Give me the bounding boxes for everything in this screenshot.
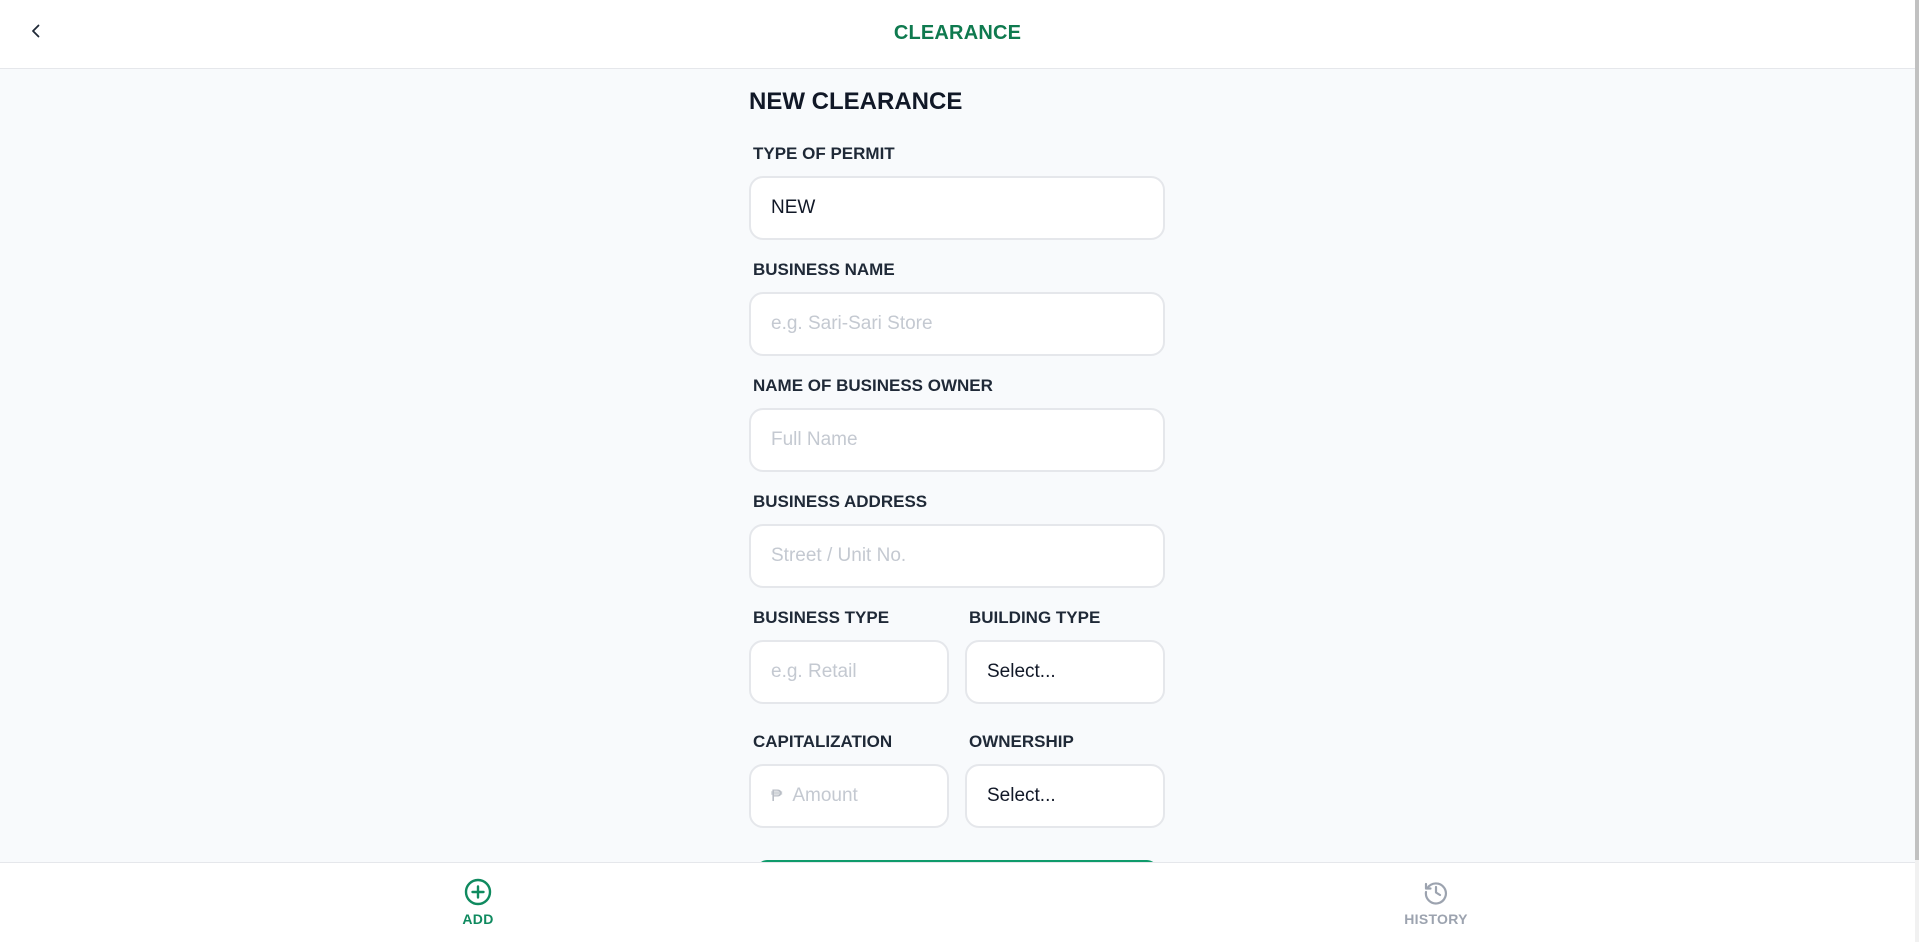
business-name-placeholder: e.g. Sari-Sari Store: [771, 313, 933, 334]
nav-history-label: HISTORY: [1404, 911, 1468, 927]
business-name-label: BUSINESS NAME: [753, 260, 895, 279]
plus-circle-icon: [464, 878, 492, 906]
nav-add-label: ADD: [462, 911, 494, 927]
business-type-label: BUSINESS TYPE: [753, 608, 890, 627]
scrollbar-thumb[interactable]: [1915, 0, 1919, 860]
page-header-title: CLEARANCE: [893, 22, 1022, 44]
owner-name-label: NAME OF BUSINESS OWNER: [753, 376, 993, 395]
capitalization-label: CAPITALIZATION: [753, 732, 893, 751]
ownership-value: Select...: [987, 785, 1056, 806]
history-icon: [1424, 882, 1447, 905]
building-type-select[interactable]: Select...: [965, 640, 1165, 704]
business-name-input[interactable]: e.g. Sari-Sari Store: [749, 292, 1165, 356]
nav-add[interactable]: ADD: [418, 877, 538, 927]
nav-history[interactable]: HISTORY: [1376, 877, 1496, 927]
capitalization-input[interactable]: ₱ Amount: [749, 764, 949, 828]
business-address-input[interactable]: Street / Unit No.: [749, 524, 1165, 588]
ownership-label: OWNERSHIP: [969, 732, 1074, 751]
top-app-bar: CLEARANCE: [0, 0, 1915, 69]
type-of-permit-field[interactable]: NEW: [749, 176, 1165, 240]
capitalization-placeholder: Amount: [792, 785, 858, 806]
type-of-permit-value: NEW: [771, 197, 816, 218]
bottom-navigation: ADD HISTORY: [0, 862, 1915, 942]
form-title: NEW CLEARANCE: [749, 88, 963, 115]
ownership-select[interactable]: Select...: [965, 764, 1165, 828]
app-root: CLEARANCE NEW CLEARANCE TYPE OF PERMIT N…: [0, 0, 1919, 942]
business-address-label: BUSINESS ADDRESS: [753, 492, 928, 511]
owner-name-placeholder: Full Name: [771, 429, 858, 450]
building-type-label: BUILDING TYPE: [969, 608, 1101, 627]
owner-name-input[interactable]: Full Name: [749, 408, 1165, 472]
business-type-placeholder: e.g. Retail: [771, 661, 857, 682]
business-address-placeholder: Street / Unit No.: [771, 545, 907, 566]
business-type-input[interactable]: e.g. Retail: [749, 640, 949, 704]
peso-icon: ₱: [771, 786, 783, 805]
building-type-value: Select...: [987, 661, 1056, 682]
type-of-permit-label: TYPE OF PERMIT: [753, 144, 895, 163]
